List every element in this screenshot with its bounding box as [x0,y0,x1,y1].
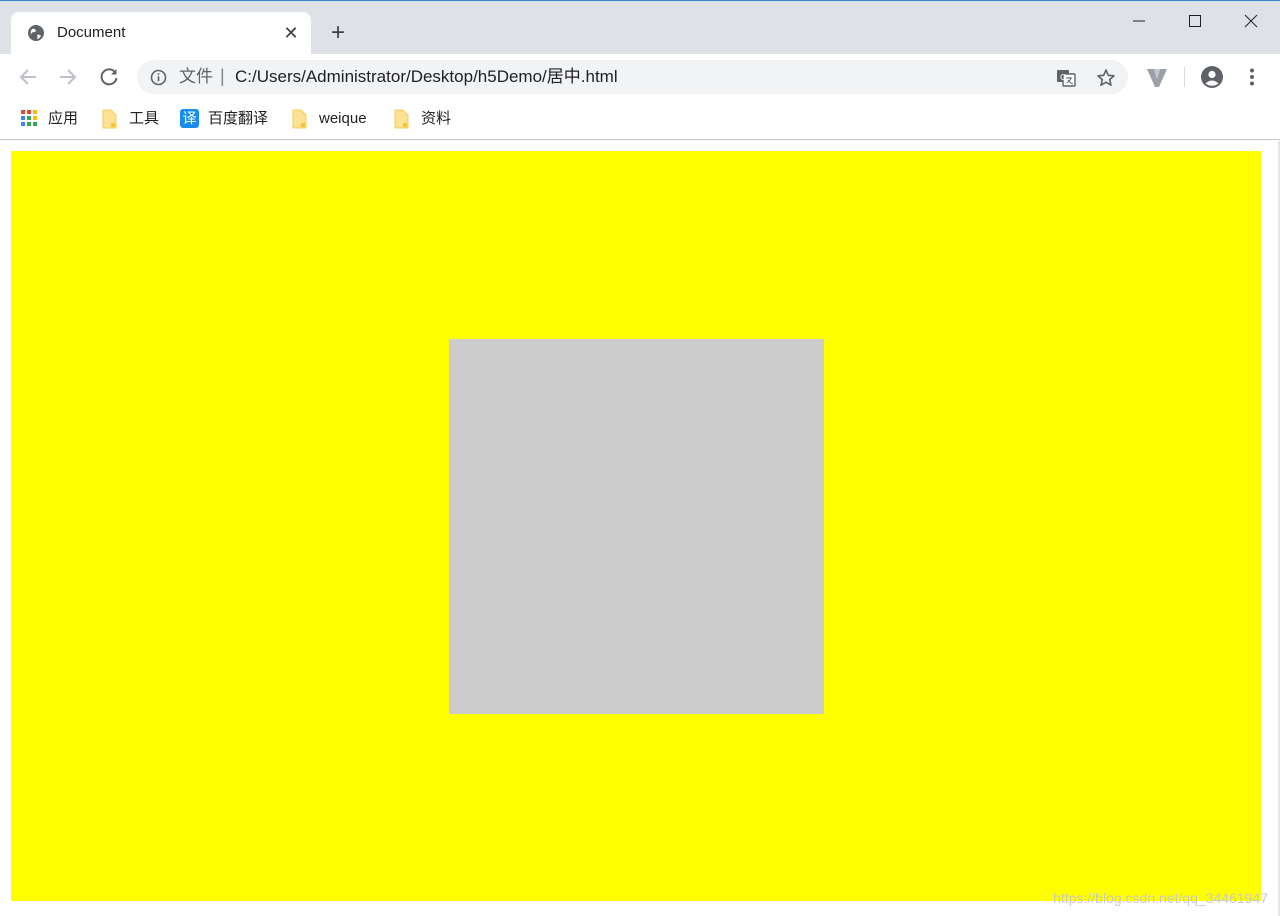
apps-grid-icon [20,109,38,127]
bookmark-label: 应用 [48,110,79,127]
url-text[interactable]: C:/Users/Administrator/Desktop/h5Demo/居中… [235,67,618,87]
forward-arrow-icon[interactable] [56,65,80,89]
info-icon[interactable] [150,69,167,86]
globe-icon [27,24,45,42]
folder-icon [393,109,411,129]
profile-avatar-icon[interactable] [1200,65,1224,89]
address-bar[interactable]: 文件 | C:/Users/Administrator/Desktop/h5De… [137,60,1128,94]
toolbar: 文件 | C:/Users/Administrator/Desktop/h5De… [0,54,1280,100]
scheme-separator: | [220,66,225,86]
bookmark-label: 百度翻译 [208,110,269,127]
minimize-icon[interactable] [1110,1,1166,39]
translate-icon[interactable]: G [1055,67,1077,89]
scheme-label: 文件 [179,67,213,86]
watermark: https://blog.csdn.net/qq_34461947 [1053,890,1268,906]
menu-dots-icon[interactable] [1240,65,1264,89]
svg-text:G: G [1060,73,1066,82]
bookmark-star-icon[interactable] [1095,67,1117,89]
close-icon[interactable] [1222,1,1278,39]
outer-yellow-box [11,151,1261,901]
back-arrow-icon[interactable] [16,65,40,89]
inner-centered-box [449,339,824,714]
translate-badge-icon: 译 [180,109,199,128]
tab-document[interactable]: Document ✕ [11,12,311,54]
bookmark-label: weique [319,110,367,127]
bookmarks-bar: 应用 工具 译 百度翻译 weique 资料 [0,100,1280,140]
page-viewport: https://blog.csdn.net/qq_34461947 [0,141,1280,916]
new-tab-button[interactable]: + [326,21,350,45]
maximize-icon[interactable] [1166,1,1222,39]
reload-icon[interactable] [97,65,121,89]
extension-v-icon[interactable] [1146,67,1168,89]
bookmark-label: 资料 [421,110,452,127]
folder-icon [291,109,309,129]
tab-close-icon[interactable]: ✕ [281,23,301,43]
tab-title: Document [57,24,126,41]
tab-strip: Document ✕ + [0,1,1280,54]
toolbar-divider [1184,67,1185,87]
folder-icon [101,109,119,129]
bookmark-label: 工具 [129,110,160,127]
browser-window: Document ✕ + 文件 | C:/Users/Administrator… [0,0,1280,916]
